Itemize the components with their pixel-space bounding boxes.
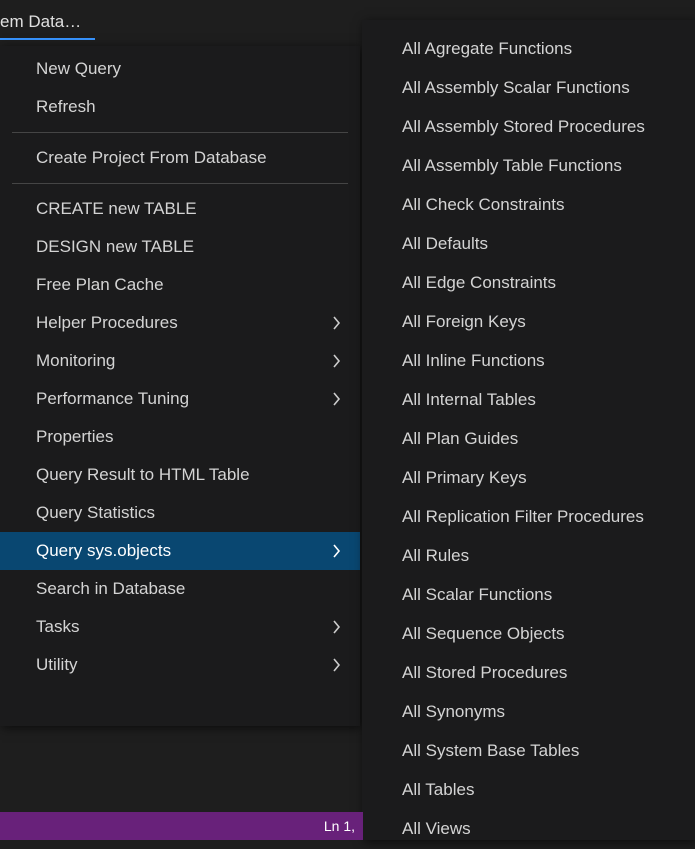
menu-item-label: Refresh: [36, 94, 96, 120]
submenu-item-all-agregate-functions[interactable]: All Agregate Functions: [362, 30, 695, 69]
context-menu: New Query Refresh Create Project From Data…: [0, 46, 360, 726]
menu-item-free-plan-cache[interactable]: Free Plan Cache: [0, 266, 360, 304]
menu-item-label: DESIGN new TABLE: [36, 234, 194, 260]
chevron-right-icon: [330, 544, 344, 558]
menu-item-label: Search in Database: [36, 576, 185, 602]
submenu-sys-objects: All Agregate FunctionsAll Assembly Scala…: [362, 20, 695, 840]
menu-item-label: Query Result to HTML Table: [36, 462, 250, 488]
menu-item-query-statistics[interactable]: Query Statistics: [0, 494, 360, 532]
menu-item-label: CREATE new TABLE: [36, 196, 197, 222]
menu-item-tasks[interactable]: Tasks: [0, 608, 360, 646]
menu-item-label: Monitoring: [36, 348, 115, 374]
submenu-item-all-foreign-keys[interactable]: All Foreign Keys: [362, 303, 695, 342]
submenu-item-all-defaults[interactable]: All Defaults: [362, 225, 695, 264]
submenu-item-all-check-constraints[interactable]: All Check Constraints: [362, 186, 695, 225]
menu-item-performance-tuning[interactable]: Performance Tuning: [0, 380, 360, 418]
menu-item-label: Free Plan Cache: [36, 272, 164, 298]
chevron-right-icon: [330, 354, 344, 368]
menu-item-monitoring[interactable]: Monitoring: [0, 342, 360, 380]
submenu-item-all-scalar-functions[interactable]: All Scalar Functions: [362, 576, 695, 615]
cursor-position: Ln 1,: [324, 818, 355, 834]
menu-item-label: Tasks: [36, 614, 79, 640]
status-bar: Ln 1,: [0, 812, 363, 840]
menu-item-label: Utility: [36, 652, 78, 678]
chevron-right-icon: [330, 658, 344, 672]
submenu-item-all-internal-tables[interactable]: All Internal Tables: [362, 381, 695, 420]
menu-separator: [12, 132, 348, 133]
menu-item-query-sys-objects[interactable]: Query sys.objects: [0, 532, 360, 570]
submenu-item-all-inline-functions[interactable]: All Inline Functions: [362, 342, 695, 381]
submenu-item-all-rules[interactable]: All Rules: [362, 537, 695, 576]
menu-item-label: New Query: [36, 56, 121, 82]
submenu-item-all-replication-filter-procedures[interactable]: All Replication Filter Procedures: [362, 498, 695, 537]
chevron-right-icon: [330, 392, 344, 406]
chevron-right-icon: [330, 620, 344, 634]
submenu-item-all-edge-constraints[interactable]: All Edge Constraints: [362, 264, 695, 303]
submenu-item-all-primary-keys[interactable]: All Primary Keys: [362, 459, 695, 498]
chevron-right-icon: [330, 316, 344, 330]
menu-item-helper-procedures[interactable]: Helper Procedures: [0, 304, 360, 342]
submenu-item-all-views[interactable]: All Views: [362, 810, 695, 849]
menu-item-label: Query sys.objects: [36, 538, 171, 564]
submenu-item-all-plan-guides[interactable]: All Plan Guides: [362, 420, 695, 459]
menu-item-properties[interactable]: Properties: [0, 418, 360, 456]
submenu-item-all-sequence-objects[interactable]: All Sequence Objects: [362, 615, 695, 654]
menu-item-label: Performance Tuning: [36, 386, 189, 412]
menu-item-label: Helper Procedures: [36, 310, 178, 336]
submenu-item-all-system-base-tables[interactable]: All System Base Tables: [362, 732, 695, 771]
menu-item-label: Create Project From Database: [36, 145, 267, 171]
menu-item-label: Properties: [36, 424, 113, 450]
menu-item-design-new-table[interactable]: DESIGN new TABLE: [0, 228, 360, 266]
submenu-item-all-tables[interactable]: All Tables: [362, 771, 695, 810]
submenu-item-all-assembly-stored-procedures[interactable]: All Assembly Stored Procedures: [362, 108, 695, 147]
submenu-item-all-synonyms[interactable]: All Synonyms: [362, 693, 695, 732]
menu-item-create-project-from-database[interactable]: Create Project From Database: [0, 139, 360, 177]
menu-item-search-in-database[interactable]: Search in Database: [0, 570, 360, 608]
menu-item-create-new-table[interactable]: CREATE new TABLE: [0, 190, 360, 228]
menu-item-utility[interactable]: Utility: [0, 646, 360, 684]
menu-item-label: Query Statistics: [36, 500, 155, 526]
tab-active[interactable]: em Data…: [0, 6, 95, 40]
submenu-item-all-assembly-scalar-functions[interactable]: All Assembly Scalar Functions: [362, 69, 695, 108]
menu-separator: [12, 183, 348, 184]
submenu-item-all-assembly-table-functions[interactable]: All Assembly Table Functions: [362, 147, 695, 186]
menu-item-new-query[interactable]: New Query: [0, 50, 360, 88]
submenu-item-all-stored-procedures[interactable]: All Stored Procedures: [362, 654, 695, 693]
menu-item-refresh[interactable]: Refresh: [0, 88, 360, 126]
menu-item-query-result-to-html-table[interactable]: Query Result to HTML Table: [0, 456, 360, 494]
editor-area: [0, 725, 363, 815]
